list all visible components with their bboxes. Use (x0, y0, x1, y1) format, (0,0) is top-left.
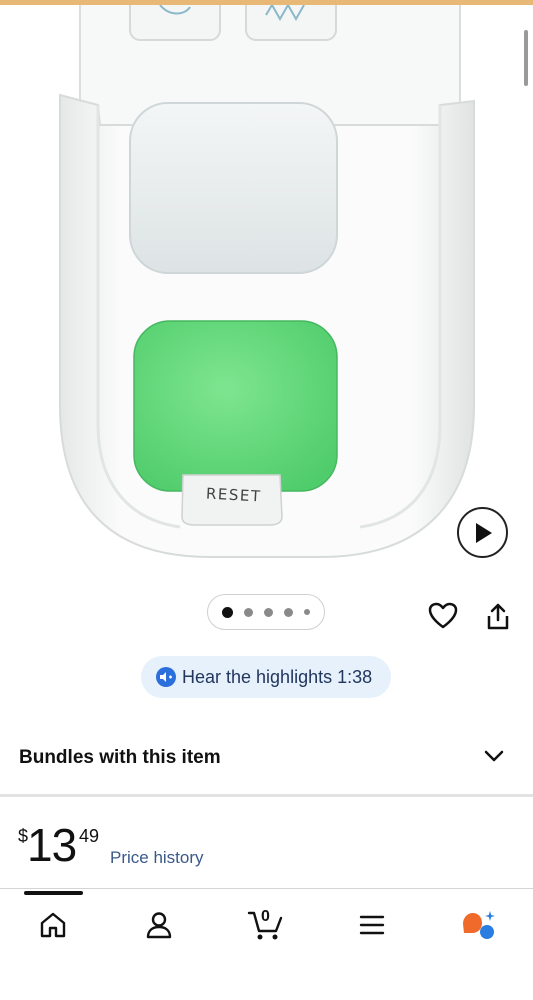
cart-count-badge: 0 (261, 908, 270, 925)
carousel-dot-2[interactable] (244, 607, 253, 617)
active-tab-indicator (24, 891, 83, 895)
bundles-section[interactable]: Bundles with this item (0, 735, 533, 783)
reset-label: RESET (205, 484, 262, 506)
price-cents: 49 (79, 826, 100, 846)
share-button[interactable] (482, 600, 514, 634)
account-icon (146, 912, 172, 939)
image-carousel-pager[interactable] (207, 594, 325, 630)
carousel-dot-3[interactable] (264, 607, 273, 617)
product-image[interactable]: RESET (0, 5, 533, 590)
section-divider (0, 794, 533, 797)
carousel-dot-5[interactable] (304, 609, 310, 615)
hear-highlights-label: Hear the highlights 1:38 (182, 666, 373, 687)
tab-ai-assistant[interactable] (458, 905, 498, 945)
hear-highlights-button[interactable]: Hear the highlights 1:38 (141, 656, 391, 698)
ai-assistant-icon (463, 911, 495, 939)
bottom-tab-bar: 0 (0, 888, 533, 1000)
heart-icon (428, 602, 458, 629)
tab-cart[interactable]: 0 (245, 905, 285, 945)
bundles-title: Bundles with this item (19, 747, 221, 768)
scrollbar[interactable] (524, 30, 528, 86)
speaker-sparkle-icon (156, 667, 176, 687)
price-history-link[interactable]: Price history (110, 848, 204, 868)
price-whole: 13 (27, 819, 77, 871)
play-video-button[interactable] (457, 507, 508, 558)
play-icon (475, 522, 492, 543)
share-icon (487, 603, 509, 630)
watch-button[interactable] (425, 598, 461, 634)
carousel-dot-4[interactable] (284, 607, 293, 617)
menu-icon (359, 915, 385, 935)
tab-home[interactable] (33, 905, 73, 945)
tab-menu[interactable] (352, 905, 392, 945)
carousel-dot-1[interactable] (222, 606, 233, 618)
chevron-down-icon (484, 750, 504, 762)
home-icon (40, 912, 66, 938)
tab-account[interactable] (139, 905, 179, 945)
